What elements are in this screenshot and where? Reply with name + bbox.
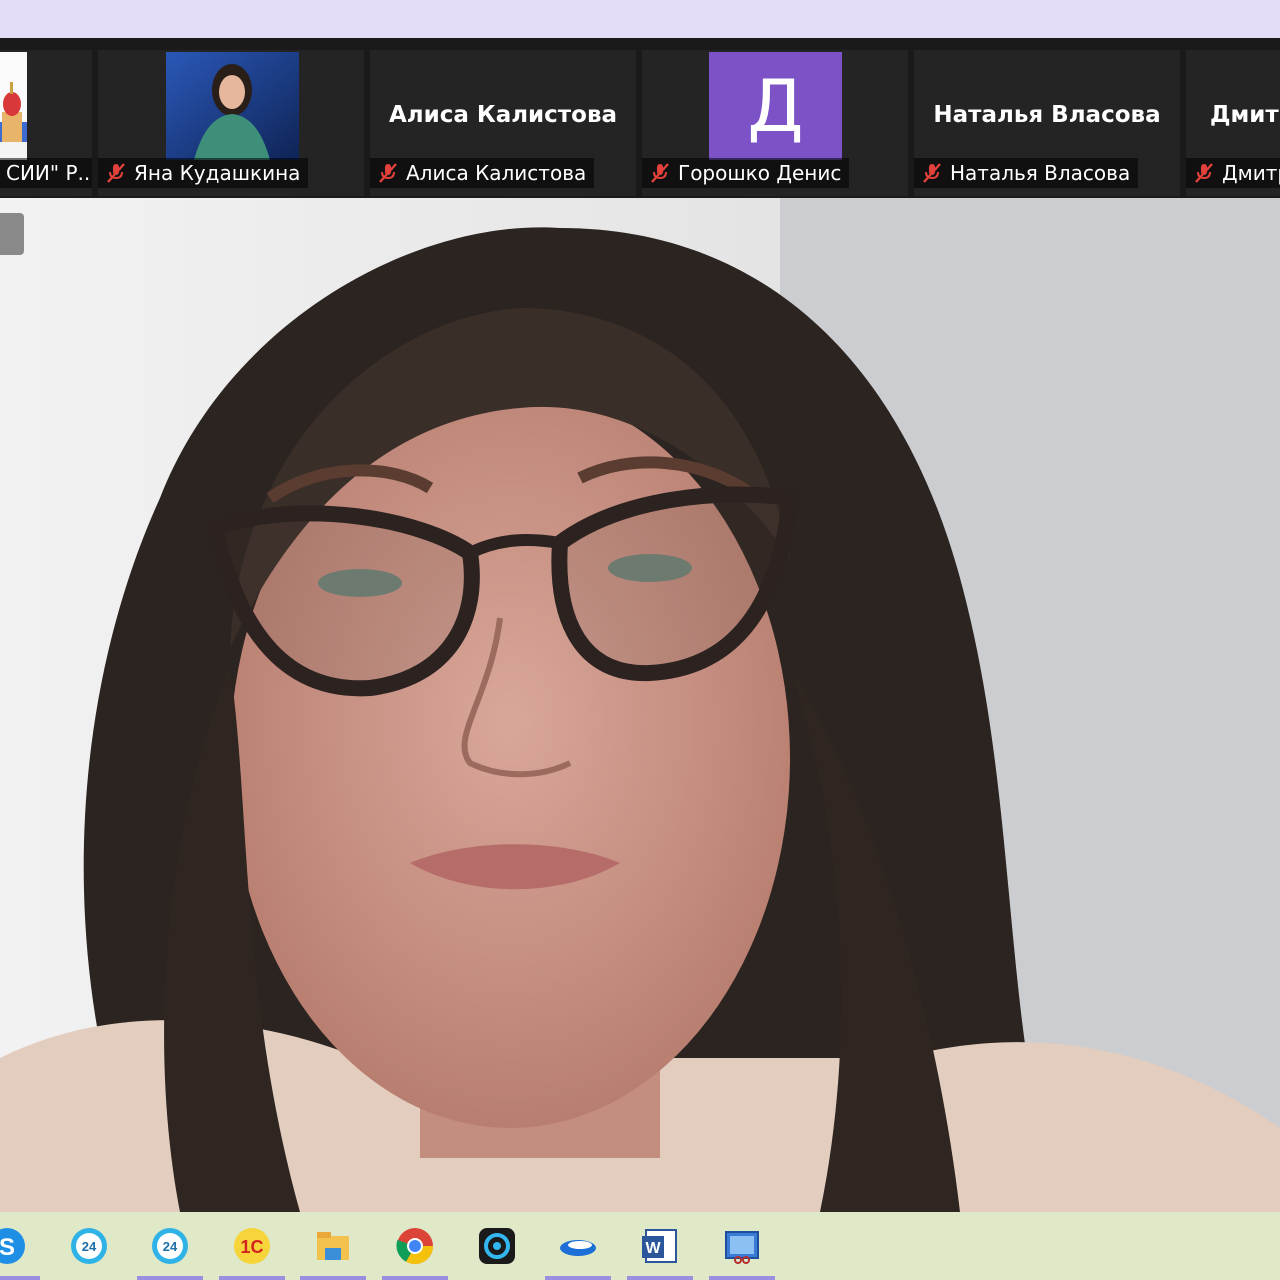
- participant-name-label: Дмитр: [1186, 158, 1280, 188]
- participant-tile[interactable]: Д Горошко Денис: [642, 50, 908, 196]
- taskbar-active-indicator: [709, 1276, 775, 1280]
- participant-strip: СИИ" Р... Яна Кудашкина Алиса Калистова …: [0, 38, 1280, 198]
- snipping-tool-icon: [725, 1231, 759, 1264]
- taskbar-active-indicator: [300, 1276, 366, 1280]
- participant-display-name: Алиса Калистова: [388, 102, 618, 128]
- taskbar-active-indicator: [219, 1276, 285, 1280]
- taskbar-active-indicator: [627, 1276, 693, 1280]
- participant-tile[interactable]: СИИ" Р...: [0, 50, 92, 196]
- participant-photo: [166, 52, 299, 160]
- muted-mic-icon: [379, 163, 397, 183]
- muted-mic-icon: [923, 163, 941, 183]
- taskbar-item[interactable]: [300, 1212, 366, 1280]
- muted-mic-icon: [107, 163, 125, 183]
- participant-name-label: Алиса Калистова: [370, 158, 595, 188]
- svg-text:W: W: [645, 1240, 661, 1257]
- taskbar-item[interactable]: [709, 1212, 775, 1280]
- taskbar-item[interactable]: 1С: [219, 1212, 285, 1280]
- taskbar-item[interactable]: 24: [137, 1212, 203, 1280]
- participant-name-label: Наталья Власова: [914, 158, 1139, 188]
- participant-display-name: Дмитр: [1210, 102, 1280, 128]
- muted-mic-icon: [1195, 163, 1213, 183]
- active-speaker-video: [0, 198, 1280, 1212]
- windows-taskbar: S 24 24 1С W: [0, 1212, 1280, 1280]
- svg-text:S: S: [0, 1234, 15, 1261]
- muted-mic-icon: [651, 163, 669, 183]
- 1c-icon: 1С: [234, 1228, 270, 1264]
- participant-name-label: СИИ" Р...: [0, 158, 92, 188]
- camera-app-icon: [479, 1228, 515, 1264]
- skype-icon: S: [0, 1228, 25, 1264]
- participant-tile[interactable]: Яна Кудашкина: [98, 50, 364, 196]
- taskbar-active-indicator: [137, 1276, 203, 1280]
- taskbar-active-indicator: [545, 1276, 611, 1280]
- file-explorer-icon: [317, 1232, 349, 1260]
- panel-handle[interactable]: [0, 213, 24, 255]
- taskbar-item[interactable]: 24: [56, 1212, 122, 1280]
- swirl-app-icon: [560, 1240, 596, 1256]
- avatar: Д: [709, 52, 842, 160]
- taskbar-item[interactable]: [545, 1212, 611, 1280]
- participant-tile[interactable]: Дмитр Дмитр: [1186, 50, 1280, 196]
- taskbar-active-indicator: [0, 1276, 40, 1280]
- svg-text:24: 24: [163, 1239, 178, 1254]
- word-icon: W: [642, 1229, 677, 1263]
- taskbar-item[interactable]: [464, 1212, 530, 1280]
- svg-text:24: 24: [82, 1239, 97, 1254]
- participant-tile[interactable]: Наталья Власова Наталья Власова: [914, 50, 1180, 196]
- participant-name-label: Яна Кудашкина: [98, 158, 309, 188]
- taskbar-active-indicator: [382, 1276, 448, 1280]
- taskbar-item[interactable]: S: [0, 1212, 40, 1280]
- svg-text:1С: 1С: [240, 1237, 263, 1257]
- participant-name-label: Горошко Денис: [642, 158, 850, 188]
- bitrix24-icon: 24: [71, 1228, 107, 1264]
- participant-photo: [0, 52, 27, 160]
- chrome-icon: [396, 1228, 433, 1265]
- bitrix24-icon: 24: [152, 1228, 188, 1264]
- taskbar-item[interactable]: W: [627, 1212, 693, 1280]
- participant-tile[interactable]: Алиса Калистова Алиса Калистова: [370, 50, 636, 196]
- taskbar-item[interactable]: [382, 1212, 448, 1280]
- window-top-bar: [0, 0, 1280, 38]
- participant-display-name: Наталья Власова: [933, 102, 1161, 128]
